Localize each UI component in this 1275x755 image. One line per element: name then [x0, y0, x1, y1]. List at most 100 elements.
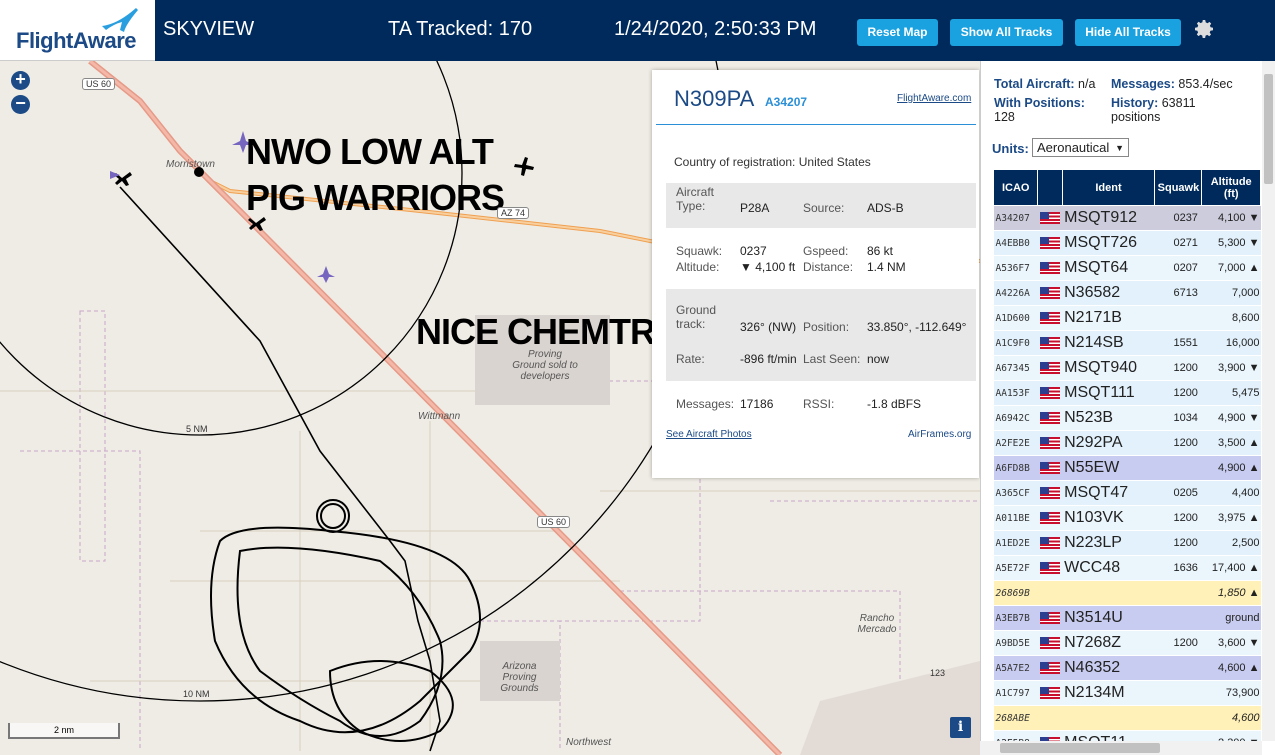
- messages-value: 17186: [740, 397, 774, 411]
- icao-cell: AA153F: [993, 380, 1038, 406]
- us-flag-icon: [1039, 437, 1060, 450]
- history-label: History:: [1111, 96, 1159, 110]
- with-pos-label: With Positions:: [994, 96, 1085, 110]
- table-row[interactable]: A34207 MSQT912 0237 4,100 ▼: [993, 205, 1261, 231]
- ident-cell: MSQT940: [1062, 355, 1155, 381]
- detail-section-type: Aircraft Type: P28A Source: ADS-B: [666, 183, 976, 228]
- flag-cell: [1037, 380, 1063, 406]
- town-morristown: Morristown: [166, 159, 215, 170]
- table-row[interactable]: A5A7E2 N46352 4,600 ▲: [993, 655, 1261, 681]
- icao-cell: A2FE2E: [993, 430, 1038, 456]
- us-flag-icon: [1039, 662, 1060, 675]
- detail-ident: N309PA: [674, 86, 755, 111]
- us-flag-icon: [1039, 237, 1060, 250]
- town-wittmann: Wittmann: [418, 411, 461, 422]
- us-flag-icon: [1039, 212, 1060, 225]
- column-header-4[interactable]: Altitude (ft): [1201, 169, 1261, 206]
- ident-cell: N2134M: [1062, 680, 1155, 706]
- flag-cell: [1037, 280, 1063, 306]
- flag-cell: [1037, 405, 1063, 431]
- reset-map-button[interactable]: Reset Map: [857, 19, 938, 46]
- table-row[interactable]: A4226A N36582 6713 7,000: [993, 280, 1261, 306]
- icao-cell: 26869B: [993, 580, 1038, 606]
- table-row[interactable]: A5E72F WCC48 1636 17,400 ▲: [993, 555, 1261, 581]
- info-button[interactable]: i: [950, 717, 971, 738]
- detail-section-track: Ground track: 326° (NW) Position: 33.850…: [666, 289, 976, 381]
- ident-cell: MSQT111: [1062, 380, 1155, 406]
- ident-cell: N2171B: [1062, 305, 1155, 331]
- icao-cell: 268ABE: [993, 705, 1038, 731]
- table-row[interactable]: A67345 MSQT940 1200 3,900 ▼: [993, 355, 1261, 381]
- ident-cell: N3514U: [1062, 605, 1155, 631]
- column-header-0[interactable]: ICAO: [992, 169, 1039, 206]
- altitude-label: Altitude:: [676, 260, 720, 274]
- squawk-cell: 0237: [1154, 205, 1202, 231]
- altitude-cell: ground: [1201, 605, 1261, 631]
- squawk-cell: 1034: [1154, 405, 1202, 431]
- flightaware-link[interactable]: FlightAware.com: [897, 93, 971, 104]
- horizontal-scroll-thumb[interactable]: [1000, 743, 1160, 753]
- table-row[interactable]: A1ED2E N223LP 1200 2,500: [993, 530, 1261, 556]
- icao-cell: A011BE: [993, 505, 1038, 531]
- airframes-link[interactable]: AirFrames.org: [908, 429, 971, 440]
- icao-cell: A6FD8B: [993, 455, 1038, 481]
- table-row[interactable]: A1C797 N2134M 73,900: [993, 680, 1261, 706]
- us-flag-icon: [1039, 262, 1060, 275]
- flag-cell: [1037, 505, 1063, 531]
- messages-rate-label: Messages:: [1111, 77, 1175, 91]
- squawk-cell: 1200: [1154, 630, 1202, 656]
- squawk-cell: 6713: [1154, 280, 1202, 306]
- table-row[interactable]: A536F7 MSQT64 0207 7,000 ▲: [993, 255, 1261, 281]
- table-row[interactable]: A3EB7B N3514U ground: [993, 605, 1261, 631]
- table-row[interactable]: 26869B 1,850 ▲: [993, 580, 1261, 606]
- table-row[interactable]: A6FD8B N55EW 4,900 ▲: [993, 455, 1261, 481]
- us-flag-icon: [1039, 612, 1060, 625]
- detail-hex[interactable]: A34207: [765, 95, 807, 109]
- ident-cell: MSQT47: [1062, 480, 1155, 506]
- altitude-cell: 4,900 ▲: [1201, 455, 1261, 481]
- table-row[interactable]: 268ABE 4,600: [993, 705, 1261, 731]
- table-row[interactable]: A011BE N103VK 1200 3,975 ▲: [993, 505, 1261, 531]
- zoom-out-button[interactable]: −: [11, 94, 30, 114]
- us-flag-icon: [1039, 462, 1060, 475]
- column-header-2[interactable]: Ident: [1061, 169, 1156, 206]
- units-select[interactable]: Aeronautical: [1032, 138, 1129, 157]
- squawk-cell: [1154, 680, 1202, 706]
- show-all-tracks-button[interactable]: Show All Tracks: [950, 19, 1063, 46]
- icao-cell: A5E72F: [993, 555, 1038, 581]
- flag-cell: [1037, 630, 1063, 656]
- squawk-cell: 1200: [1154, 355, 1202, 381]
- aircraft-photos-link[interactable]: See Aircraft Photos: [666, 429, 752, 440]
- gear-icon[interactable]: [1192, 17, 1216, 41]
- icao-cell: A67345: [993, 355, 1038, 381]
- table-row[interactable]: A365CF MSQT47 0205 4,400: [993, 480, 1261, 506]
- column-header-1[interactable]: [1037, 169, 1063, 206]
- ident-cell: N7268Z: [1062, 630, 1155, 656]
- table-row[interactable]: A6942C N523B 1034 4,900 ▼: [993, 405, 1261, 431]
- table-row[interactable]: A9BD5E N7268Z 1200 3,600 ▼: [993, 630, 1261, 656]
- us-flag-icon: [1039, 387, 1060, 400]
- clock: 1/24/2020, 2:50:33 PM: [614, 18, 817, 40]
- overlay-text-2: PIG WARRIORS: [246, 177, 505, 218]
- vertical-scroll-thumb[interactable]: [1264, 74, 1273, 184]
- table-row[interactable]: AA153F MSQT111 1200 5,475: [993, 380, 1261, 406]
- us-flag-icon: [1039, 337, 1060, 350]
- table-row[interactable]: A1D600 N2171B 8,600: [993, 305, 1261, 331]
- table-row[interactable]: A2FE2E N292PA 1200 3,500 ▲: [993, 430, 1261, 456]
- flightaware-logo[interactable]: FlightAware: [0, 0, 155, 61]
- table-row[interactable]: A1C9F0 N214SB 1551 16,000: [993, 330, 1261, 356]
- altitude-cell: 3,975 ▲: [1201, 505, 1261, 531]
- squawk-cell: 1200: [1154, 505, 1202, 531]
- source-label: Source:: [803, 201, 845, 215]
- zoom-in-button[interactable]: +: [11, 70, 30, 90]
- altitude-cell: 5,475: [1201, 380, 1261, 406]
- table-row[interactable]: A4EBB0 MSQT726 0271 5,300 ▼: [993, 230, 1261, 256]
- messages-rate-value: 853.4/sec: [1178, 77, 1233, 91]
- altitude-cell: 8,600: [1201, 305, 1261, 331]
- ident-cell: N223LP: [1062, 530, 1155, 556]
- ring-label-5nm: 5 NM: [186, 424, 208, 434]
- column-header-3[interactable]: Squawk: [1154, 169, 1203, 206]
- hide-all-tracks-button[interactable]: Hide All Tracks: [1075, 19, 1181, 46]
- gspeed-value: 86 kt: [867, 244, 894, 258]
- ident-cell: [1062, 705, 1155, 731]
